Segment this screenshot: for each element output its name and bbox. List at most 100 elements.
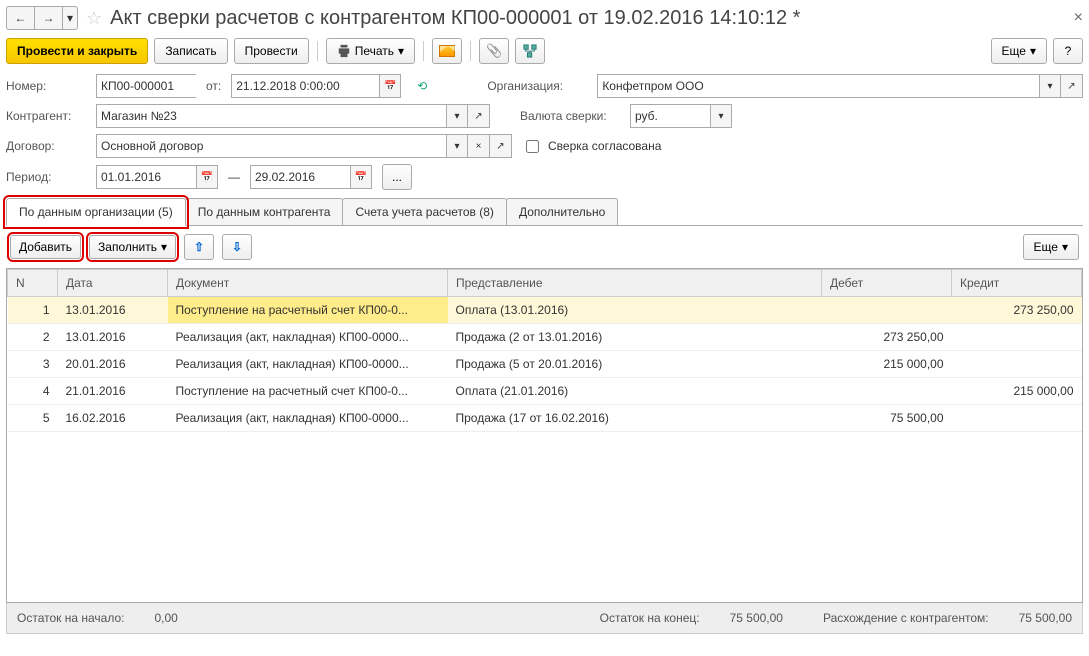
tab-contragent-data[interactable]: По данным контрагента <box>185 198 344 225</box>
cell-n: 3 <box>8 351 58 378</box>
balance-start-value: 0,00 <box>154 611 177 625</box>
favorite-star-icon[interactable]: ☆ <box>86 8 102 29</box>
cell-credit <box>952 324 1082 351</box>
calendar-icon[interactable]: 📅 <box>379 74 401 98</box>
print-label: Печать <box>355 44 394 58</box>
agreed-checkbox-wrap[interactable]: Сверка согласована <box>522 137 661 156</box>
period-from-input[interactable]: 01.01.2016 <box>96 165 196 189</box>
agreed-checkbox[interactable] <box>526 140 539 153</box>
org-label: Организация: <box>487 79 587 93</box>
cell-date: 20.01.2016 <box>58 351 168 378</box>
nav-back-button[interactable]: ← <box>6 6 34 30</box>
cell-n: 4 <box>8 378 58 405</box>
cell-doc: Поступление на расчетный счет КП00-0... <box>168 297 448 324</box>
currency-label: Валюта сверки: <box>520 109 620 123</box>
col-repr[interactable]: Представление <box>448 270 822 297</box>
contragent-dropdown-button[interactable]: ▾ <box>446 104 468 128</box>
contragent-label: Контрагент: <box>6 109 86 123</box>
currency-input[interactable]: руб. <box>630 104 710 128</box>
org-open-button[interactable]: ↗ <box>1061 74 1083 98</box>
printer-icon <box>337 44 351 58</box>
cell-credit <box>952 351 1082 378</box>
table-row[interactable]: 421.01.2016Поступление на расчетный счет… <box>8 378 1082 405</box>
contragent-input[interactable]: Магазин №23 <box>96 104 446 128</box>
balance-start-label: Остаток на начало: <box>17 611 124 625</box>
contract-input[interactable]: Основной договор <box>96 134 446 158</box>
period-to-input[interactable]: 29.02.2016 <box>250 165 350 189</box>
cell-credit: 215 000,00 <box>952 378 1082 405</box>
nav-forward-button[interactable]: → <box>34 6 62 30</box>
col-credit[interactable]: Кредит <box>952 270 1082 297</box>
currency-dropdown-button[interactable]: ▾ <box>710 104 732 128</box>
period-from-calendar-icon[interactable]: 📅 <box>196 165 218 189</box>
col-doc[interactable]: Документ <box>168 270 448 297</box>
mail-icon <box>439 45 455 57</box>
table-row[interactable]: 516.02.2016Реализация (акт, накладная) К… <box>8 405 1082 432</box>
cell-doc: Поступление на расчетный счет КП00-0... <box>168 378 448 405</box>
close-icon[interactable]: × <box>1074 9 1083 27</box>
cell-debit <box>822 297 952 324</box>
table-row[interactable]: 213.01.2016Реализация (акт, накладная) К… <box>8 324 1082 351</box>
cell-date: 13.01.2016 <box>58 297 168 324</box>
cell-credit <box>952 405 1082 432</box>
save-button[interactable]: Записать <box>154 38 227 64</box>
number-label: Номер: <box>6 79 86 93</box>
cell-doc: Реализация (акт, накладная) КП00-0000... <box>168 324 448 351</box>
refresh-icon[interactable]: ⟲ <box>417 79 427 93</box>
cell-repr: Продажа (17 от 16.02.2016) <box>448 405 822 432</box>
move-up-button[interactable]: ⇧ <box>184 234 214 260</box>
attach-button[interactable] <box>479 38 509 64</box>
cell-date: 13.01.2016 <box>58 324 168 351</box>
tab-org-data[interactable]: По данным организации (5) <box>6 198 186 226</box>
diff-value: 75 500,00 <box>1019 611 1072 625</box>
cell-repr: Оплата (13.01.2016) <box>448 297 822 324</box>
table-more-button[interactable]: Еще ▾ <box>1023 234 1079 260</box>
col-debit[interactable]: Дебет <box>822 270 952 297</box>
contract-dropdown-button[interactable]: ▾ <box>446 134 468 158</box>
agreed-label: Сверка согласована <box>548 139 661 153</box>
chevron-down-icon: ▾ <box>1030 44 1036 58</box>
col-date[interactable]: Дата <box>58 270 168 297</box>
mail-button[interactable] <box>432 38 462 64</box>
cell-date: 16.02.2016 <box>58 405 168 432</box>
cell-n: 1 <box>8 297 58 324</box>
add-button[interactable]: Добавить <box>10 235 81 259</box>
cell-n: 2 <box>8 324 58 351</box>
contract-open-button[interactable]: ↗ <box>490 134 512 158</box>
tab-extra[interactable]: Дополнительно <box>506 198 618 225</box>
print-button[interactable]: Печать ▾ <box>326 38 415 64</box>
col-n[interactable]: N <box>8 270 58 297</box>
table-row[interactable]: 113.01.2016Поступление на расчетный счет… <box>8 297 1082 324</box>
number-input[interactable]: КП00-000001 <box>96 74 196 98</box>
arrow-down-icon: ⇩ <box>232 240 242 254</box>
help-button[interactable]: ? <box>1053 38 1083 64</box>
cell-repr: Продажа (2 от 13.01.2016) <box>448 324 822 351</box>
balance-end-value: 75 500,00 <box>730 611 783 625</box>
org-input[interactable]: Конфетпром ООО <box>597 74 1039 98</box>
cell-repr: Продажа (5 от 20.01.2016) <box>448 351 822 378</box>
tab-accounts[interactable]: Счета учета расчетов (8) <box>342 198 506 225</box>
separator <box>423 41 424 61</box>
from-date-input[interactable]: 21.12.2018 0:00:00 <box>231 74 379 98</box>
table-row[interactable]: 320.01.2016Реализация (акт, накладная) К… <box>8 351 1082 378</box>
nav-dropdown-button[interactable]: ▾ <box>62 6 78 30</box>
contract-label: Договор: <box>6 139 86 153</box>
contract-clear-button[interactable]: × <box>468 134 490 158</box>
contragent-open-button[interactable]: ↗ <box>468 104 490 128</box>
cell-doc: Реализация (акт, накладная) КП00-0000... <box>168 405 448 432</box>
fill-button[interactable]: Заполнить ▾ <box>89 235 176 259</box>
post-button[interactable]: Провести <box>234 38 309 64</box>
cell-credit: 273 250,00 <box>952 297 1082 324</box>
more-button[interactable]: Еще ▾ <box>991 38 1047 64</box>
period-to-calendar-icon[interactable]: 📅 <box>350 165 372 189</box>
balance-end-label: Остаток на конец: <box>600 611 700 625</box>
post-and-close-button[interactable]: Провести и закрыть <box>6 38 148 64</box>
structure-icon <box>523 44 537 58</box>
move-down-button[interactable]: ⇩ <box>222 234 252 260</box>
period-select-button[interactable]: ... <box>382 164 412 190</box>
cell-n: 5 <box>8 405 58 432</box>
org-dropdown-button[interactable]: ▾ <box>1039 74 1061 98</box>
period-label: Период: <box>6 170 86 184</box>
summary-footer: Остаток на начало: 0,00 Остаток на конец… <box>6 603 1083 634</box>
structure-button[interactable] <box>515 38 545 64</box>
